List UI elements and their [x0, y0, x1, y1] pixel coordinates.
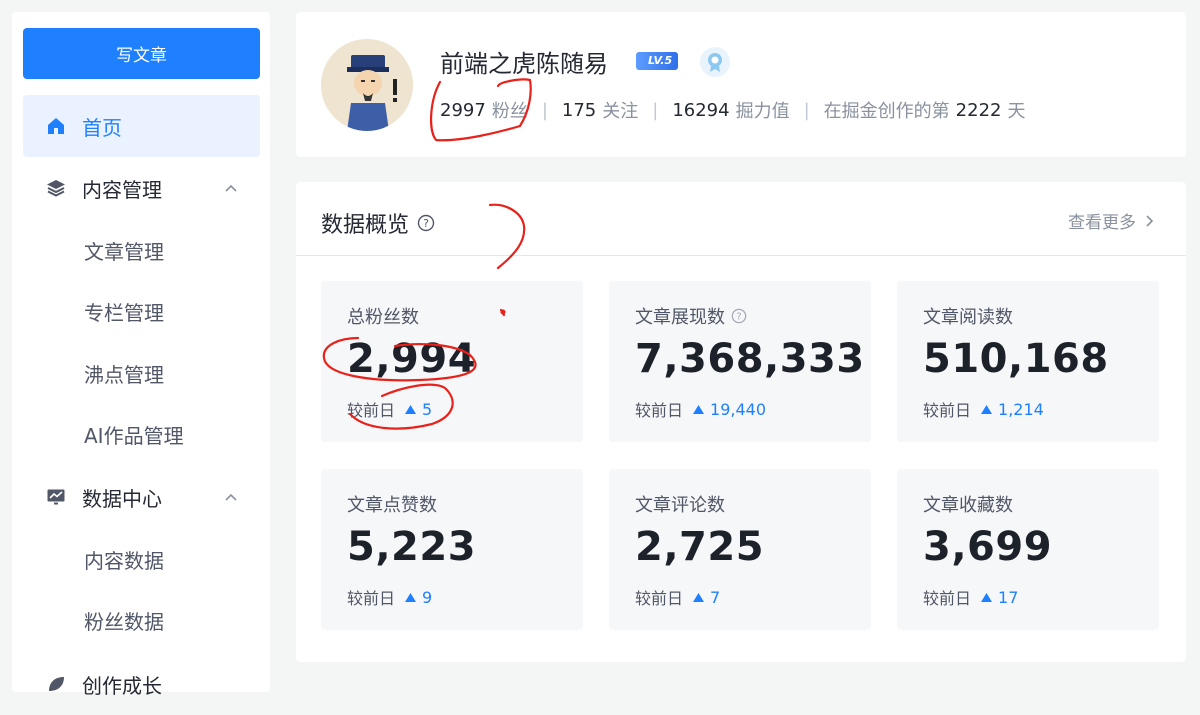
- metric-article-reads[interactable]: 文章阅读数 510,168 较前日 1,214: [897, 281, 1159, 442]
- view-more-link[interactable]: 查看更多: [1068, 208, 1156, 233]
- sidebar-sub-article-management[interactable]: 文章管理: [23, 221, 260, 279]
- metric-label: 文章点赞数: [347, 495, 437, 516]
- metric-label: 文章阅读数: [923, 307, 1013, 328]
- sidebar-item-data-center[interactable]: 数据中心: [23, 466, 260, 528]
- metric-article-impressions[interactable]: 文章展现数 ? 7,368,333 较前日 19,440: [609, 281, 871, 442]
- days-suffix: 天: [1007, 101, 1026, 122]
- sidebar-item-label: 数据中心: [82, 486, 162, 511]
- metric-value: 2,994: [347, 336, 477, 382]
- followers-count[interactable]: 2997: [440, 100, 486, 121]
- metric-delta: 较前日 19,440: [635, 399, 766, 421]
- metric-delta: 较前日 1,214: [923, 399, 1044, 421]
- divider: [296, 255, 1186, 256]
- metric-label: 总粉丝数: [347, 307, 419, 328]
- username[interactable]: 前端之虎陈随易: [440, 44, 608, 79]
- metric-label: 文章评论数: [635, 495, 725, 516]
- metric-delta: 较前日 7: [635, 587, 721, 609]
- chevron-up-icon: [225, 493, 237, 501]
- metric-article-likes[interactable]: 文章点赞数 5,223 较前日 9: [321, 469, 583, 630]
- sidebar-sub-column-management[interactable]: 专栏管理: [23, 282, 260, 340]
- medal-icon[interactable]: [700, 47, 730, 77]
- metric-value: 5,223: [347, 524, 477, 570]
- level-badge: LV.5: [636, 52, 679, 70]
- metric-delta: 较前日 17: [923, 587, 1019, 609]
- metric-value: 3,699: [923, 524, 1053, 570]
- chevron-up-icon: [225, 184, 237, 192]
- overview-title-row: 数据概览 ?: [321, 207, 435, 239]
- following-count[interactable]: 175: [562, 100, 596, 121]
- view-more-label: 查看更多: [1068, 213, 1136, 233]
- layers-icon: [45, 177, 67, 199]
- metric-label: 文章收藏数: [923, 495, 1013, 516]
- metric-value: 7,368,333: [635, 336, 865, 382]
- following-label[interactable]: 关注: [602, 97, 638, 123]
- svg-text:?: ?: [736, 312, 741, 323]
- sidebar-item-label: 内容管理: [82, 177, 162, 202]
- help-icon[interactable]: ?: [417, 214, 435, 232]
- arrow-up-icon: [981, 592, 993, 602]
- sidebar-item-creator-growth[interactable]: 创作成长: [23, 653, 260, 715]
- sidebar-sub-follower-data[interactable]: 粉丝数据: [23, 591, 260, 649]
- power-count: 16294: [672, 99, 730, 121]
- profile-card: 前端之虎陈随易 LV.5 2997 粉丝 | 175 关注 | 16294 掘力…: [296, 12, 1186, 157]
- metric-article-favorites[interactable]: 文章收藏数 3,699 较前日 17: [897, 469, 1159, 630]
- sidebar-item-content-management[interactable]: 内容管理: [23, 157, 260, 219]
- metric-delta: 较前日 9: [347, 587, 433, 609]
- sidebar-item-label: 创作成长: [82, 673, 162, 698]
- metric-delta: 较前日 5: [347, 399, 433, 421]
- chart-icon: [45, 486, 67, 508]
- sidebar: 写文章 首页 内容管理 文章管理 专栏管理 沸点管理 AI作品管理 数据中心 内…: [12, 12, 270, 698]
- sidebar-item-label: 首页: [82, 115, 122, 140]
- sidebar-sub-ai-works-management[interactable]: AI作品管理: [23, 405, 260, 463]
- svg-text:?: ?: [423, 217, 429, 230]
- metric-total-followers[interactable]: 总粉丝数 2,994 较前日 5: [321, 281, 583, 442]
- days-prefix: 在掘金创作的第: [823, 101, 950, 122]
- divider: |: [652, 99, 659, 121]
- help-icon[interactable]: ?: [731, 308, 747, 324]
- chevron-right-icon: [1146, 214, 1154, 227]
- metric-article-comments[interactable]: 文章评论数 2,725 较前日 7: [609, 469, 871, 630]
- metric-label: 文章展现数 ?: [635, 303, 747, 329]
- days-count: 2222: [955, 99, 1002, 121]
- avatar[interactable]: [321, 39, 413, 131]
- overview-title: 数据概览: [321, 213, 410, 238]
- arrow-up-icon: [693, 404, 705, 414]
- home-icon: [45, 115, 67, 137]
- arrow-up-icon: [405, 592, 417, 602]
- followers-label[interactable]: 粉丝: [492, 97, 528, 123]
- leaf-icon: [45, 673, 67, 695]
- divider: |: [541, 99, 548, 121]
- arrow-up-icon: [405, 404, 417, 414]
- arrow-up-icon: [693, 592, 705, 602]
- sidebar-item-home[interactable]: 首页: [23, 95, 260, 157]
- sidebar-sub-pins-management[interactable]: 沸点管理: [23, 344, 260, 402]
- arrow-up-icon: [981, 404, 993, 414]
- data-overview-card: 数据概览 ? 查看更多 总粉丝数 2,994 较前日 5 文章展现数 ? 7,3…: [296, 182, 1186, 662]
- metric-value: 510,168: [923, 336, 1109, 382]
- profile-stats: 2997 粉丝 | 175 关注 | 16294 掘力值 | 在掘金创作的第 2…: [440, 97, 1025, 123]
- power-label: 掘力值: [735, 101, 790, 122]
- metric-value: 2,725: [635, 524, 765, 570]
- divider: |: [803, 99, 810, 121]
- sidebar-sub-content-data[interactable]: 内容数据: [23, 530, 260, 588]
- write-article-button[interactable]: 写文章: [23, 28, 260, 79]
